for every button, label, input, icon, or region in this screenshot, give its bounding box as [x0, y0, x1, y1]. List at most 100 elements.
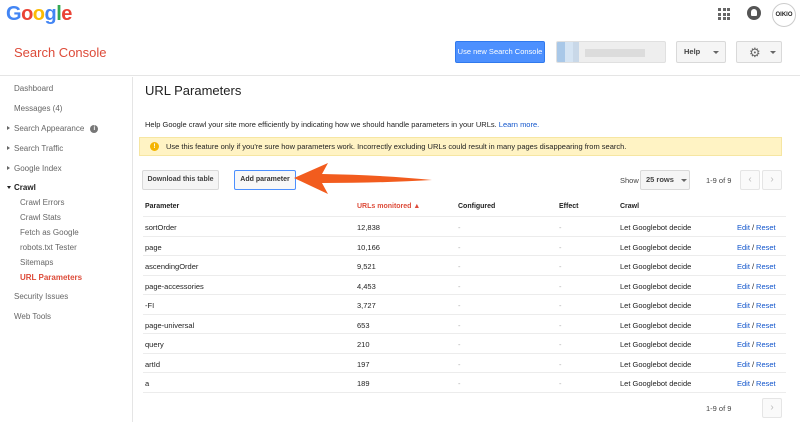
sidebar-item-messages[interactable]: Messages (4) [14, 104, 62, 113]
reset-link[interactable]: Reset [756, 243, 776, 252]
cell-urls-monitored: 210 [357, 340, 370, 349]
top-bar: Google OIKIO [0, 0, 800, 28]
use-new-search-console-button[interactable]: Use new Search Console [455, 41, 545, 63]
column-header-effect[interactable]: Effect [559, 203, 578, 210]
pagination-range-bottom: 1-9 of 9 [706, 404, 732, 413]
sidebar-item-fetch-as-google[interactable]: Fetch as Google [20, 228, 79, 237]
action-separator: / [751, 320, 755, 330]
chevron-right-icon[interactable]: › [762, 398, 782, 418]
sidebar-item-robots-tester[interactable]: robots.txt Tester [20, 243, 77, 252]
chevron-down-icon [713, 51, 719, 54]
edit-link[interactable]: Edit [737, 282, 750, 291]
notifications-icon[interactable] [747, 6, 761, 20]
reset-link[interactable]: Reset [756, 262, 776, 271]
cell-crawl: Let Googlebot decide [620, 320, 692, 330]
sidebar-item-web-tools[interactable]: Web Tools [14, 312, 51, 321]
edit-link[interactable]: Edit [737, 321, 750, 330]
property-selector[interactable] [556, 41, 666, 63]
chevron-left-icon[interactable]: ‹ [740, 170, 760, 190]
product-title[interactable]: Search Console [14, 45, 107, 60]
table-row: ascendingOrder 9,521 - - Let Googlebot decid… [143, 256, 786, 276]
cell-configured: - [458, 262, 461, 271]
reset-link[interactable]: Reset [756, 321, 776, 330]
sidebar-item-sitemaps[interactable]: Sitemaps [20, 258, 53, 267]
cell-effect: - [559, 320, 562, 330]
edit-link[interactable]: Edit [737, 360, 750, 369]
info-icon[interactable]: i [90, 124, 99, 133]
table-row: sortOrder 12,838 - - Let Googlebot decide Edi… [143, 217, 786, 237]
warning-banner: ! Use this feature only if you're sure h… [139, 137, 782, 156]
sidebar-item-label: Search Appearance [14, 124, 85, 133]
cell-parameter: sortOrder [145, 223, 177, 232]
avatar[interactable]: OIKIO [772, 3, 796, 27]
column-header-label: URLs monitored [357, 203, 412, 210]
reset-link[interactable]: Reset [756, 282, 776, 291]
cell-parameter: -FI [145, 301, 155, 310]
edit-link[interactable]: Edit [737, 340, 750, 349]
gear-icon: ⚙ [749, 45, 761, 60]
column-header-urls-monitored[interactable]: URLs monitored ▲ [357, 203, 420, 210]
edit-link[interactable]: Edit [737, 243, 750, 252]
description-text: Help Google crawl your site more efficie… [145, 120, 497, 129]
column-header-parameter[interactable]: Parameter [145, 203, 179, 210]
warning-icon: ! [150, 142, 159, 151]
reset-link[interactable]: Reset [756, 340, 776, 349]
table-header-row: Parameter URLs monitored ▲ Configured Ef… [143, 197, 786, 217]
edit-link[interactable]: Edit [737, 223, 750, 232]
cell-crawl: Let Googlebot decide [620, 340, 692, 349]
settings-button[interactable]: ⚙ [736, 41, 782, 63]
cell-configured: - [458, 320, 461, 330]
edit-link[interactable]: Edit [737, 301, 750, 310]
help-button[interactable]: Help [676, 41, 726, 63]
sidebar-item-url-parameters[interactable]: URL Parameters [20, 273, 82, 282]
action-separator: / [751, 359, 755, 369]
sidebar-item-crawl-errors[interactable]: Crawl Errors [20, 198, 64, 207]
action-separator: / [751, 340, 755, 349]
sidebar-item-dashboard[interactable]: Dashboard [14, 84, 53, 93]
column-header-configured[interactable]: Configured [458, 203, 495, 210]
sidebar-item-crawl[interactable]: Crawl [7, 183, 36, 192]
page-description: Help Google crawl your site more efficie… [145, 120, 539, 129]
sidebar-item-security-issues[interactable]: Security Issues [14, 292, 68, 301]
cell-crawl: Let Googlebot decide [620, 379, 692, 388]
learn-more-link[interactable]: Learn more. [499, 120, 539, 129]
sidebar-item-search-traffic[interactable]: Search Traffic [7, 144, 63, 153]
reset-link[interactable]: Reset [756, 301, 776, 310]
cell-effect: - [559, 242, 562, 252]
cell-configured: - [458, 379, 461, 388]
reset-link[interactable]: Reset [756, 223, 776, 232]
column-header-crawl[interactable]: Crawl [620, 203, 639, 210]
table-body: sortOrder 12,838 - - Let Googlebot decide Edi… [143, 217, 786, 393]
rows-per-page-select[interactable]: 25 rows [640, 170, 690, 190]
chevron-down-icon [770, 51, 776, 54]
sidebar: Dashboard Messages (4) Search Appearance… [0, 77, 133, 422]
cell-configured: - [458, 223, 461, 232]
google-logo[interactable]: Google [6, 3, 72, 26]
reset-link[interactable]: Reset [756, 379, 776, 388]
add-parameter-button[interactable]: Add parameter [234, 170, 296, 190]
cell-parameter: artId [145, 359, 161, 369]
cell-crawl: Let Googlebot decide [620, 281, 692, 291]
table-row: page-accessories 4,453 - - Let Googlebot dec… [143, 276, 786, 295]
cell-urls-monitored: 10,166 [357, 242, 380, 252]
show-label: Show [620, 176, 639, 185]
download-table-button[interactable]: Download this table [142, 170, 219, 190]
edit-link[interactable]: Edit [737, 262, 750, 271]
expand-arrow-icon [7, 146, 10, 150]
sidebar-item-google-index[interactable]: Google Index [7, 164, 62, 173]
cell-urls-monitored: 3,727 [357, 301, 376, 310]
row-actions: Edit / Reset [737, 321, 776, 330]
help-label: Help [684, 47, 701, 56]
apps-icon[interactable] [718, 8, 730, 20]
row-actions: Edit / Reset [737, 262, 776, 271]
row-actions: Edit / Reset [737, 340, 776, 349]
chevron-right-icon[interactable]: › [762, 170, 782, 190]
row-actions: Edit / Reset [737, 379, 776, 388]
cell-configured: - [458, 340, 461, 349]
cell-crawl: Let Googlebot decide [620, 359, 692, 369]
cell-effect: - [559, 379, 562, 388]
edit-link[interactable]: Edit [737, 379, 750, 388]
sidebar-item-search-appearance[interactable]: Search Appearance i [7, 124, 99, 133]
reset-link[interactable]: Reset [756, 360, 776, 369]
sidebar-item-crawl-stats[interactable]: Crawl Stats [20, 213, 61, 222]
